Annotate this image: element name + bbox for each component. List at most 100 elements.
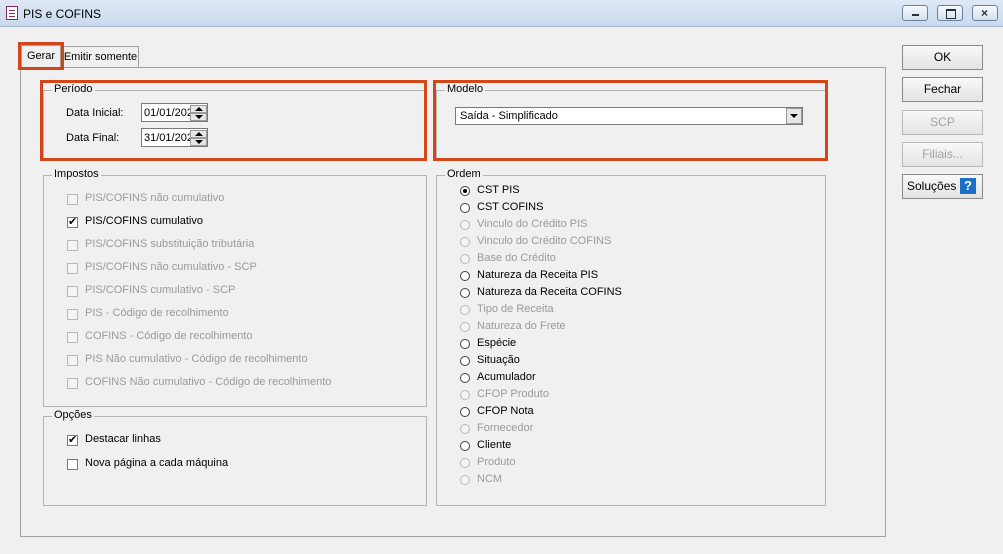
ordem-option-radio[interactable] [460,475,470,485]
imposto-option-checkbox[interactable]: ✔ [67,216,78,228]
chevron-down-icon [790,114,798,118]
imposto-option-checkbox[interactable] [67,355,78,366]
ordem-option-label: NCM [477,473,503,485]
ordem-legend: Ordem [445,168,483,180]
ordem-option-radio[interactable] [460,339,470,349]
ordem-option-label: Natureza da Receita COFINS [477,286,622,298]
data-final-field[interactable]: 31/01/2025 [141,128,208,147]
opcao-option-checkbox[interactable] [67,459,78,470]
minimize-button[interactable] [902,5,928,21]
fechar-button[interactable]: Fechar [902,77,983,102]
modelo-legend: Modelo [445,83,486,95]
ordem-option-label: Natureza da Receita PIS [477,269,599,281]
imposto-option-label: COFINS - Código de recolhimento [85,330,253,342]
data-inicial-field[interactable]: 01/01/2025 [141,103,208,122]
modelo-group: Modelo Saída - Simplificado [436,83,826,160]
check-icon: ✔ [68,434,78,446]
imposto-option-label: PIS/COFINS cumulativo [85,215,203,227]
data-inicial-label: Data Inicial: [66,107,124,119]
filiais-button[interactable]: Filiais... [902,142,983,167]
restore-icon [946,9,956,19]
ordem-option-radio[interactable] [460,186,470,196]
opcao-option-label: Nova página a cada máquina [85,457,229,469]
imposto-option-checkbox[interactable] [67,194,78,205]
data-final-spin-down[interactable] [190,138,207,146]
ordem-option-label: Cliente [477,439,512,451]
ordem-option-radio[interactable] [460,356,470,366]
opcao-option-checkbox[interactable]: ✔ [67,434,78,446]
tab-emitir-somente[interactable]: Emitir somente [62,46,139,68]
ordem-option-radio[interactable] [460,237,470,247]
ordem-option-radio[interactable] [460,271,470,281]
ordem-option-radio[interactable] [460,220,470,230]
solucoes-button[interactable]: Soluções ? [902,174,983,199]
radio-dot-icon [463,189,467,193]
ordem-option-label: Produto [477,456,516,468]
periodo-legend: Período [52,83,95,95]
spin-up-icon [195,132,203,136]
ordem-option-label: Fornecedor [477,422,534,434]
impostos-group: Impostos PIS/COFINS não cumulativo ✔ PIS/C… [43,168,427,407]
ordem-option-radio[interactable] [460,203,470,213]
imposto-option-checkbox[interactable] [67,332,78,343]
tab-panel: Período Data Inicial: 01/01/2025 Data Fi… [20,67,886,537]
data-inicial-spin-down[interactable] [190,113,207,121]
opcao-option-label: Destacar linhas [85,433,161,445]
ordem-option-radio[interactable] [460,390,470,400]
imposto-option-label: COFINS Não cumulativo - Código de recolh… [85,376,332,388]
title-bar: PIS e COFINS × [0,0,1003,27]
imposto-option-label: PIS - Código de recolhimento [85,307,229,319]
document-icon [6,6,18,20]
close-button[interactable]: × [972,5,998,21]
data-final-label: Data Final: [66,132,120,144]
ordem-option-label: CFOP Produto [477,388,549,400]
ordem-option-label: CST PIS [477,184,520,196]
close-icon: × [981,6,989,20]
imposto-option-label: PIS/COFINS substituição tributária [85,238,255,250]
imposto-option-checkbox[interactable] [67,263,78,274]
periodo-group: Período Data Inicial: 01/01/2025 Data Fi… [43,83,427,160]
ordem-option-label: Vinculo do Crédito COFINS [477,235,612,247]
modelo-select[interactable]: Saída - Simplificado [455,107,803,125]
ordem-option-radio[interactable] [460,254,470,264]
ordem-group: Ordem CST PIS CST COFINS Vinculo do Crédit… [436,168,826,506]
opcoes-group: Opções ✔ Destacar linhas Nova página a cad… [43,409,427,506]
ordem-option-label: Natureza do Frete [477,320,566,332]
ordem-option-label: CFOP Nota [477,405,534,417]
ordem-option-radio[interactable] [460,441,470,451]
window-title: PIS e COFINS [23,7,102,21]
imposto-option-checkbox[interactable] [67,378,78,389]
opcoes-legend: Opções [52,409,94,421]
scp-button[interactable]: SCP [902,110,983,135]
minimize-icon [912,14,919,16]
imposto-option-checkbox[interactable] [67,286,78,297]
help-icon: ? [960,178,976,194]
spin-down-icon [195,115,203,119]
tab-gerar[interactable]: Gerar [18,42,64,70]
data-inicial-spin-up[interactable] [190,105,207,113]
imposto-option-label: PIS/COFINS cumulativo - SCP [85,284,236,296]
ordem-option-label: Situação [477,354,520,366]
ordem-option-radio[interactable] [460,424,470,434]
ordem-option-label: Vinculo do Crédito PIS [477,218,588,230]
modelo-dropdown-button[interactable] [786,108,802,124]
imposto-option-checkbox[interactable] [67,309,78,320]
ordem-option-radio[interactable] [460,288,470,298]
ordem-option-label: Tipo de Receita [477,303,554,315]
imposto-option-checkbox[interactable] [67,240,78,251]
ordem-option-radio[interactable] [460,458,470,468]
spin-up-icon [195,107,203,111]
ordem-option-radio[interactable] [460,407,470,417]
ordem-option-label: Acumulador [477,371,536,383]
imposto-option-label: PIS Não cumulativo - Código de recolhime… [85,353,308,365]
ordem-option-radio[interactable] [460,305,470,315]
ordem-option-label: CST COFINS [477,201,544,213]
impostos-legend: Impostos [52,168,101,180]
restore-button[interactable] [937,5,963,21]
ordem-option-radio[interactable] [460,373,470,383]
check-icon: ✔ [68,216,78,228]
modelo-selected-value: Saída - Simplificado [460,110,558,122]
ordem-option-radio[interactable] [460,322,470,332]
data-final-spin-up[interactable] [190,130,207,138]
ok-button[interactable]: OK [902,45,983,70]
